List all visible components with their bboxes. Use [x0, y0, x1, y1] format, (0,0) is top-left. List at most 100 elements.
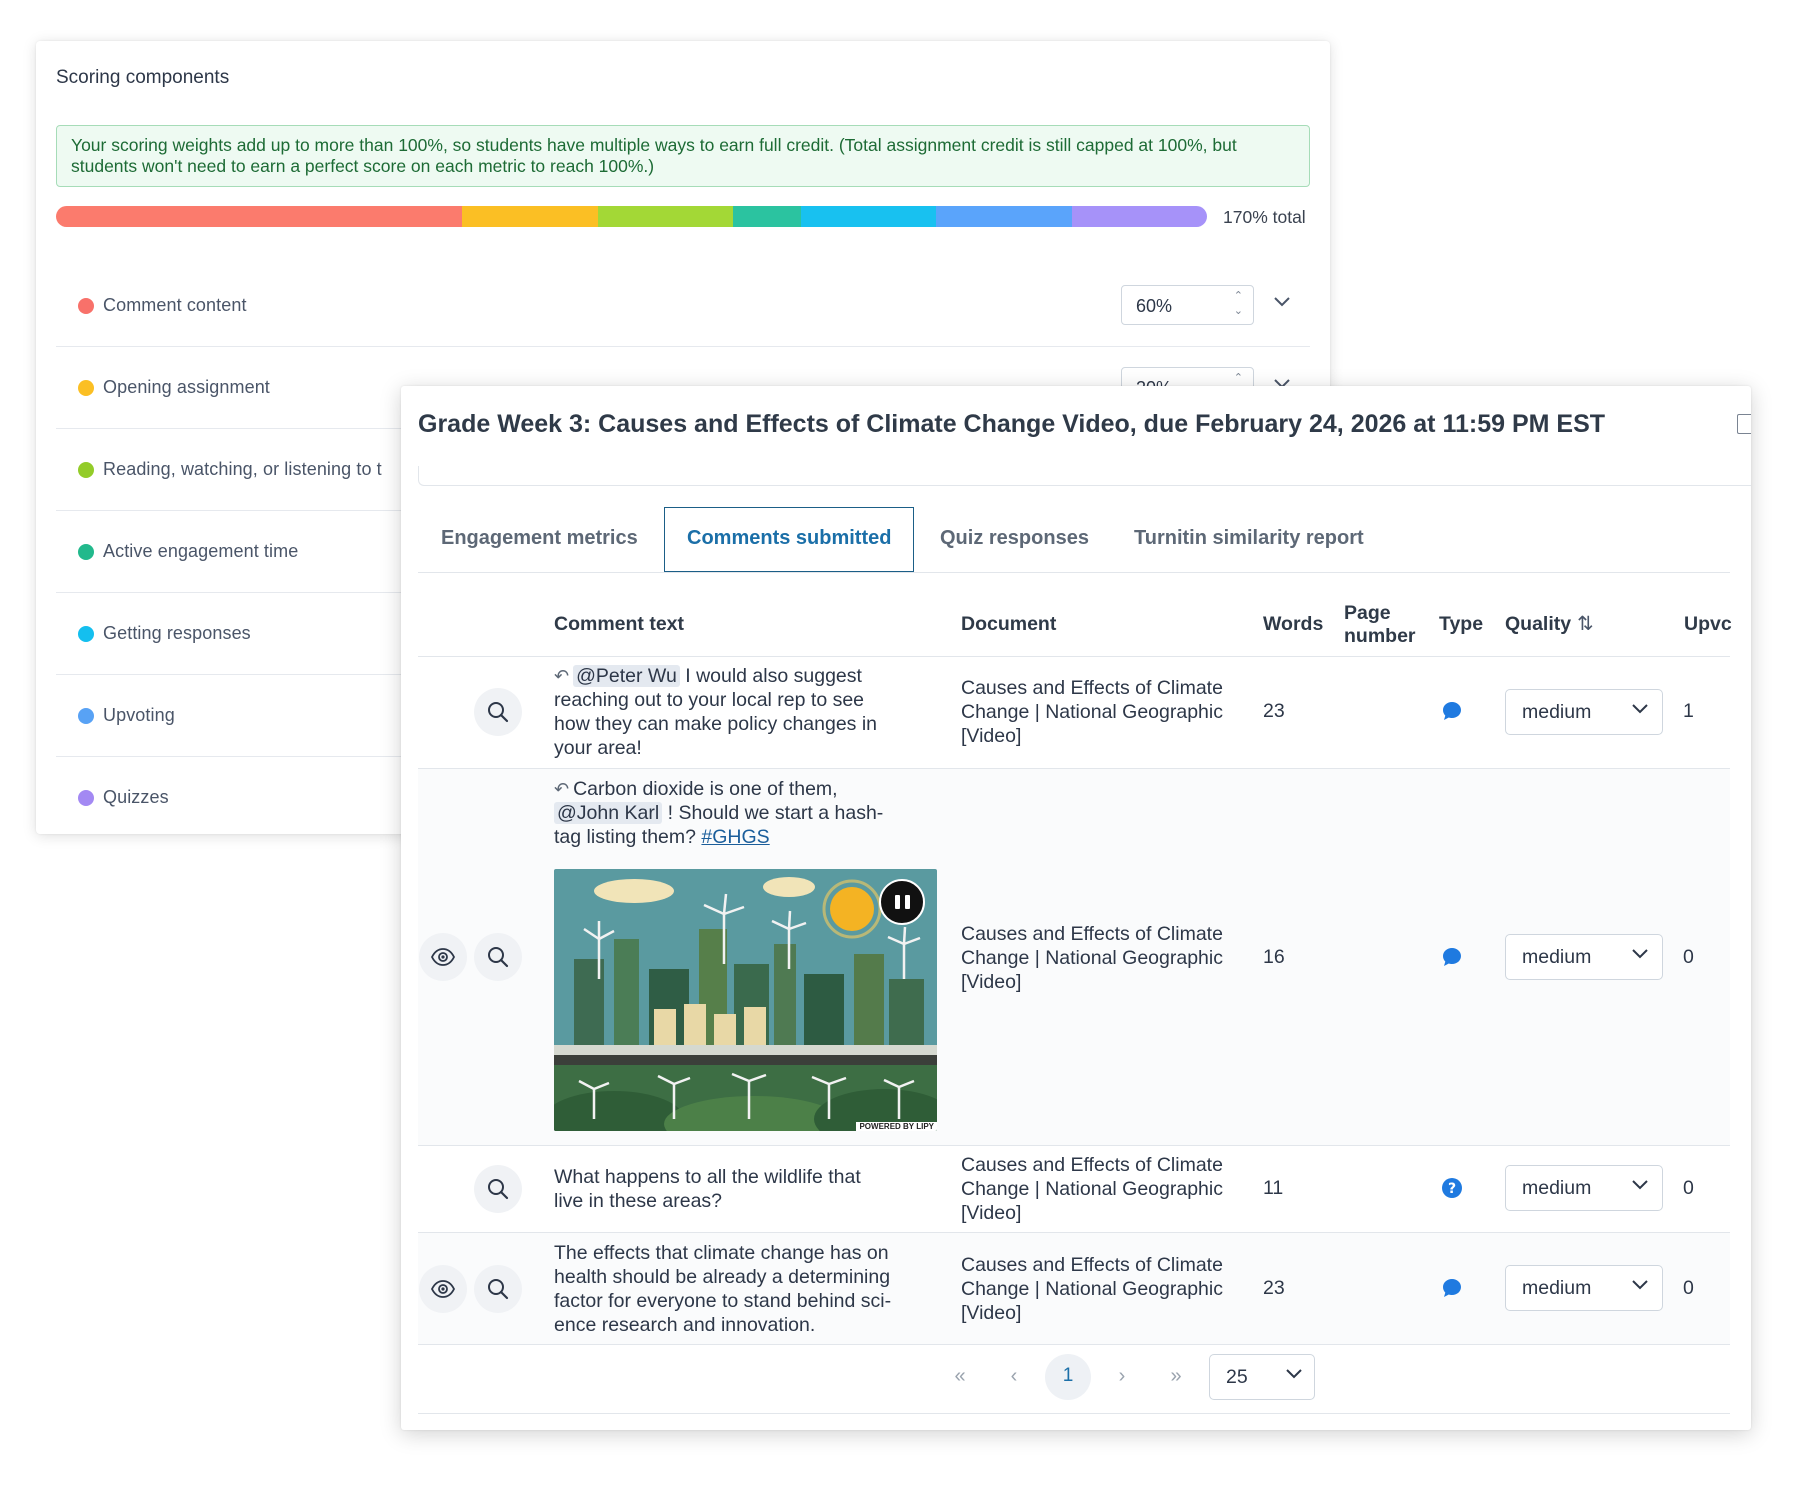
column-header-page-number[interactable]: Page number [1344, 602, 1416, 648]
component-color-dot [78, 380, 94, 396]
pager-divider [418, 1413, 1730, 1414]
document-name: Causes and Effects of Climate Change | N… [961, 1254, 1223, 1324]
weight-segment [733, 206, 801, 227]
column-header-comment-text[interactable]: Comment text [554, 613, 684, 636]
table-row: ↶ @Peter Wu I would also suggest reaching… [418, 657, 1730, 769]
word-count: 23 [1263, 700, 1285, 722]
component-label: Active engagement time [103, 541, 299, 561]
svg-text:?: ? [1448, 1181, 1456, 1197]
upvote-count: 1 [1683, 700, 1694, 722]
search-icon[interactable] [474, 1165, 522, 1213]
search-icon[interactable] [474, 933, 522, 981]
question-icon: ? [1442, 1178, 1462, 1198]
document-name: Causes and Effects of Climate Change | N… [961, 1154, 1223, 1224]
quality-select[interactable]: medium [1505, 934, 1663, 980]
first-page-button[interactable]: « [937, 1354, 983, 1400]
powered-by-label: POWERED BY LIPY [856, 1122, 937, 1131]
pause-icon[interactable] [879, 879, 925, 925]
column-header-type[interactable]: Type [1439, 613, 1483, 636]
page-header-line2: number [1344, 625, 1416, 647]
sort-icon[interactable]: ⇅ [1577, 613, 1593, 635]
component-label: Quizzes [103, 787, 169, 807]
component-color-dot [78, 298, 94, 314]
quality-select[interactable]: medium [1505, 1265, 1663, 1311]
chevron-down-icon [1632, 1180, 1648, 1190]
chevron-down-icon[interactable] [1274, 291, 1290, 312]
page-1-button[interactable]: 1 [1045, 1354, 1091, 1400]
table-row: What happens to all the wildlife that li… [418, 1146, 1730, 1233]
search-icon[interactable] [474, 1265, 522, 1313]
weight-segment [597, 206, 734, 227]
weights-alert: Your scoring weights add up to more than… [56, 125, 1310, 187]
component-label: Upvoting [103, 705, 175, 725]
column-header-document[interactable]: Document [961, 613, 1056, 636]
stepper-icon[interactable]: ⌃⌄ [1234, 289, 1243, 319]
chevron-down-icon [1286, 1369, 1302, 1379]
expand-icon[interactable] [1737, 414, 1751, 434]
quality-value: medium [1522, 946, 1592, 968]
mention[interactable]: @Peter Wu [573, 665, 680, 687]
reply-icon: ↶ [554, 779, 570, 799]
weight-segment [56, 206, 463, 227]
dialog-title: Grade Week 3: Causes and Effects of Clim… [418, 410, 1606, 438]
grading-dialog: Grade Week 3: Causes and Effects of Clim… [401, 386, 1751, 1430]
word-count: 11 [1263, 1177, 1284, 1199]
component-color-dot [78, 626, 94, 642]
quality-value: medium [1522, 1177, 1592, 1199]
weight-segment [462, 206, 598, 227]
upvote-count: 0 [1683, 1177, 1694, 1199]
hashtag-link[interactable]: #GHGS [701, 826, 769, 848]
tab-turnitin-report[interactable]: Turnitin similarity report [1134, 507, 1364, 572]
weight-segment [936, 206, 1072, 227]
comment-body: Carbon dioxide is one of them, [573, 778, 838, 800]
component-label: Opening assignment [103, 377, 270, 397]
component-label: Getting responses [103, 623, 251, 643]
quality-value: medium [1522, 701, 1592, 723]
word-count: 16 [1263, 946, 1285, 968]
page-size-select[interactable]: 25 [1209, 1354, 1315, 1400]
component-color-dot [78, 462, 94, 478]
pagination: « ‹ 1 › » 25 [401, 1346, 1751, 1406]
reply-icon: ↶ [554, 666, 570, 686]
comment-text: The effects that climate change has on h… [554, 1242, 892, 1336]
column-header-quality[interactable]: Quality ⇅ [1505, 613, 1593, 636]
last-page-button[interactable]: » [1153, 1354, 1199, 1400]
document-name: Causes and Effects of Climate Change | N… [961, 923, 1223, 993]
page-size-value: 25 [1226, 1366, 1248, 1388]
tab-engagement-metrics[interactable]: Engagement metrics [441, 507, 638, 572]
weight-distribution-bar [56, 206, 1207, 227]
chevron-down-icon [1632, 704, 1648, 714]
component-row-comment-content: Comment content 60% ⌃ ⌄ [56, 265, 1310, 347]
video-clip-thumbnail[interactable]: POWERED BY LIPY [554, 869, 937, 1131]
word-count: 23 [1263, 1277, 1285, 1299]
component-color-dot [78, 708, 94, 724]
eye-icon[interactable] [419, 933, 467, 981]
weight-input[interactable]: 60% ⌃ ⌄ [1121, 285, 1254, 325]
weight-segment [1071, 206, 1207, 227]
component-color-dot [78, 544, 94, 560]
weight-segment [800, 206, 937, 227]
tab-comments-submitted[interactable]: Comments submitted [664, 507, 915, 572]
upvote-count: 0 [1683, 1277, 1694, 1299]
column-header-words[interactable]: Words [1263, 613, 1323, 636]
comment-continuation: @John Karl ! Should we start a hash-tag … [554, 802, 883, 848]
weight-total: 170% total [1223, 207, 1306, 227]
quality-select[interactable]: medium [1505, 1165, 1663, 1211]
table-row: ↶ Carbon dioxide is one of them, @John Ka… [418, 769, 1730, 1146]
title-divider [418, 466, 1751, 486]
next-page-button[interactable]: › [1099, 1354, 1145, 1400]
search-icon[interactable] [474, 688, 522, 736]
weight-value: 60% [1136, 296, 1173, 316]
quality-header-label: Quality [1505, 613, 1572, 635]
eye-icon[interactable] [419, 1265, 467, 1313]
table-row: The effects that climate change has on h… [418, 1233, 1730, 1345]
mention[interactable]: @John Karl [554, 802, 663, 824]
component-label: Reading, watching, or listening to t [103, 459, 382, 479]
prev-page-button[interactable]: ‹ [991, 1354, 1037, 1400]
comment-icon [1443, 948, 1461, 966]
column-header-upvotes[interactable]: Upvc [1684, 613, 1732, 636]
quality-select[interactable]: medium [1505, 689, 1663, 735]
document-name: Causes and Effects of Climate Change | N… [961, 677, 1223, 747]
tab-quiz-responses[interactable]: Quiz responses [940, 507, 1089, 572]
comment-text: ↶ @Peter Wu I would also suggest reaching… [554, 664, 894, 760]
